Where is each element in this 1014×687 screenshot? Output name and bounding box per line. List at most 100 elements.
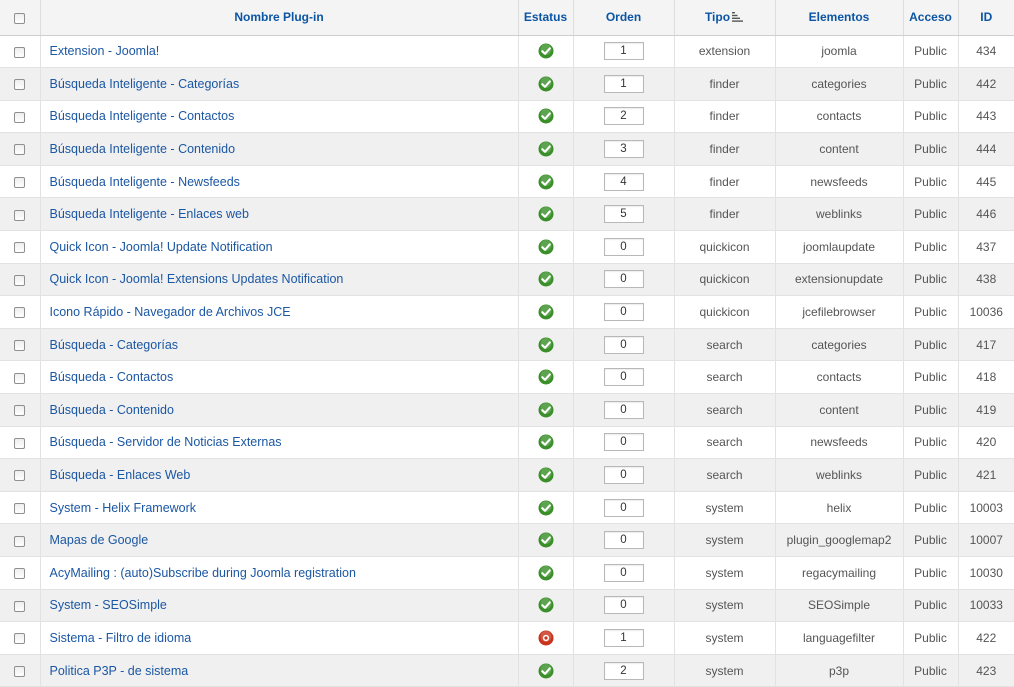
sort-by-type-link[interactable]: Tipo [705, 10, 730, 24]
row-select-cell[interactable] [0, 491, 41, 525]
row-checkbox[interactable] [14, 177, 26, 188]
enabled-check-icon[interactable] [538, 369, 554, 385]
plugin-name-link[interactable]: Quick Icon - Joomla! Extensions Updates … [50, 272, 344, 286]
row-checkbox[interactable] [14, 307, 26, 319]
order-input[interactable]: 2 [603, 661, 644, 680]
plugin-name-link[interactable]: Búsqueda - Contenido [50, 403, 174, 417]
row-select-cell[interactable] [0, 132, 41, 166]
sort-by-order-link[interactable]: Orden [606, 10, 641, 24]
row-select-cell[interactable] [0, 263, 41, 297]
row-checkbox[interactable] [14, 144, 26, 156]
header-id[interactable]: ID [958, 0, 1014, 36]
row-select-cell[interactable] [0, 360, 41, 395]
row-select-cell[interactable] [0, 165, 41, 199]
header-status[interactable]: Estatus [518, 0, 574, 36]
order-input[interactable]: 1 [603, 628, 644, 647]
row-select-cell[interactable] [0, 35, 41, 69]
header-elements[interactable]: Elementos [775, 0, 904, 36]
row-checkbox[interactable] [14, 242, 26, 254]
enabled-check-icon[interactable] [538, 304, 554, 320]
enabled-check-icon[interactable] [538, 271, 554, 287]
row-checkbox[interactable] [14, 79, 26, 91]
row-select-cell[interactable] [0, 67, 41, 101]
row-select-cell[interactable] [0, 621, 41, 655]
sort-by-access-link[interactable]: Acceso [909, 10, 952, 24]
order-input[interactable]: 2 [603, 107, 644, 126]
row-select-cell[interactable] [0, 230, 41, 264]
order-input[interactable]: 0 [603, 531, 644, 550]
row-checkbox[interactable] [14, 209, 26, 221]
plugin-name-link[interactable]: System - Helix Framework [50, 501, 197, 515]
enabled-check-icon[interactable] [538, 239, 554, 255]
enabled-check-icon[interactable] [538, 402, 554, 418]
plugin-name-link[interactable]: Búsqueda Inteligente - Categorías [50, 77, 240, 91]
enabled-check-icon[interactable] [538, 206, 554, 222]
order-input[interactable]: 3 [603, 140, 644, 159]
plugin-name-link[interactable]: Búsqueda - Enlaces Web [50, 468, 191, 482]
plugin-name-link[interactable]: Quick Icon - Joomla! Update Notification [50, 240, 273, 254]
row-checkbox[interactable] [14, 665, 26, 677]
row-select-cell[interactable] [0, 328, 41, 362]
plugin-name-link[interactable]: Búsqueda - Categorías [50, 338, 179, 352]
enabled-check-icon[interactable] [538, 467, 554, 483]
enabled-check-icon[interactable] [538, 500, 554, 516]
enabled-check-icon[interactable] [538, 108, 554, 124]
order-input[interactable]: 5 [603, 205, 644, 224]
row-checkbox[interactable] [14, 437, 26, 449]
row-checkbox[interactable] [14, 111, 26, 123]
row-select-cell[interactable] [0, 589, 41, 623]
enabled-check-icon[interactable] [538, 565, 554, 581]
enabled-check-icon[interactable] [538, 597, 554, 613]
header-order[interactable]: Orden [573, 0, 675, 36]
plugin-name-link[interactable]: Búsqueda - Servidor de Noticias Externas [50, 435, 282, 449]
order-input[interactable]: 0 [603, 466, 644, 485]
plugin-name-link[interactable]: Búsqueda - Contactos [50, 370, 174, 384]
sort-by-status-link[interactable]: Estatus [524, 10, 567, 24]
plugin-name-link[interactable]: Sistema - Filtro de idioma [50, 631, 192, 645]
plugin-name-link[interactable]: Extension - Joomla! [50, 44, 160, 58]
row-select-cell[interactable] [0, 426, 41, 460]
order-input[interactable]: 1 [603, 74, 644, 93]
row-checkbox[interactable] [14, 600, 26, 612]
enabled-check-icon[interactable] [538, 76, 554, 92]
enabled-check-icon[interactable] [538, 434, 554, 450]
row-checkbox[interactable] [14, 405, 26, 417]
row-checkbox[interactable] [14, 339, 26, 351]
order-input[interactable]: 0 [603, 563, 644, 582]
row-checkbox[interactable] [14, 372, 26, 384]
plugin-name-link[interactable]: Mapas de Google [50, 533, 149, 547]
header-type[interactable]: Tipo [674, 0, 776, 36]
row-select-cell[interactable] [0, 458, 41, 492]
sort-by-id-link[interactable]: ID [980, 10, 992, 24]
order-input[interactable]: 0 [603, 270, 644, 289]
order-input[interactable]: 0 [603, 368, 644, 387]
plugin-name-link[interactable]: Búsqueda Inteligente - Contactos [50, 109, 235, 123]
order-input[interactable]: 0 [603, 237, 644, 256]
row-checkbox[interactable] [14, 535, 26, 547]
header-select-all[interactable] [0, 0, 41, 36]
enabled-check-icon[interactable] [538, 663, 554, 679]
sort-by-elements-link[interactable]: Elementos [809, 10, 870, 24]
header-name[interactable]: Nombre Plug-in [40, 0, 519, 36]
row-checkbox[interactable] [14, 568, 26, 580]
order-input[interactable]: 1 [603, 42, 644, 61]
row-select-cell[interactable] [0, 100, 41, 134]
order-input[interactable]: 0 [603, 596, 644, 615]
plugin-name-link[interactable]: Icono Rápido - Navegador de Archivos JCE [50, 305, 291, 319]
row-checkbox[interactable] [14, 46, 26, 58]
row-select-cell[interactable] [0, 556, 41, 590]
order-input[interactable]: 0 [603, 433, 644, 452]
row-checkbox[interactable] [14, 470, 26, 482]
order-input[interactable]: 4 [603, 172, 644, 191]
enabled-check-icon[interactable] [538, 532, 554, 548]
order-input[interactable]: 0 [603, 303, 644, 322]
row-checkbox[interactable] [14, 274, 26, 286]
row-checkbox[interactable] [14, 633, 26, 645]
enabled-check-icon[interactable] [538, 141, 554, 157]
plugin-name-link[interactable]: Politica P3P - de sistema [50, 664, 189, 678]
plugin-name-link[interactable]: AcyMailing : (auto)Subscribe during Joom… [50, 566, 356, 580]
enabled-check-icon[interactable] [538, 337, 554, 353]
row-select-cell[interactable] [0, 523, 41, 557]
select-all-checkbox[interactable] [14, 12, 26, 24]
plugin-name-link[interactable]: System - SEOSimple [50, 598, 167, 612]
